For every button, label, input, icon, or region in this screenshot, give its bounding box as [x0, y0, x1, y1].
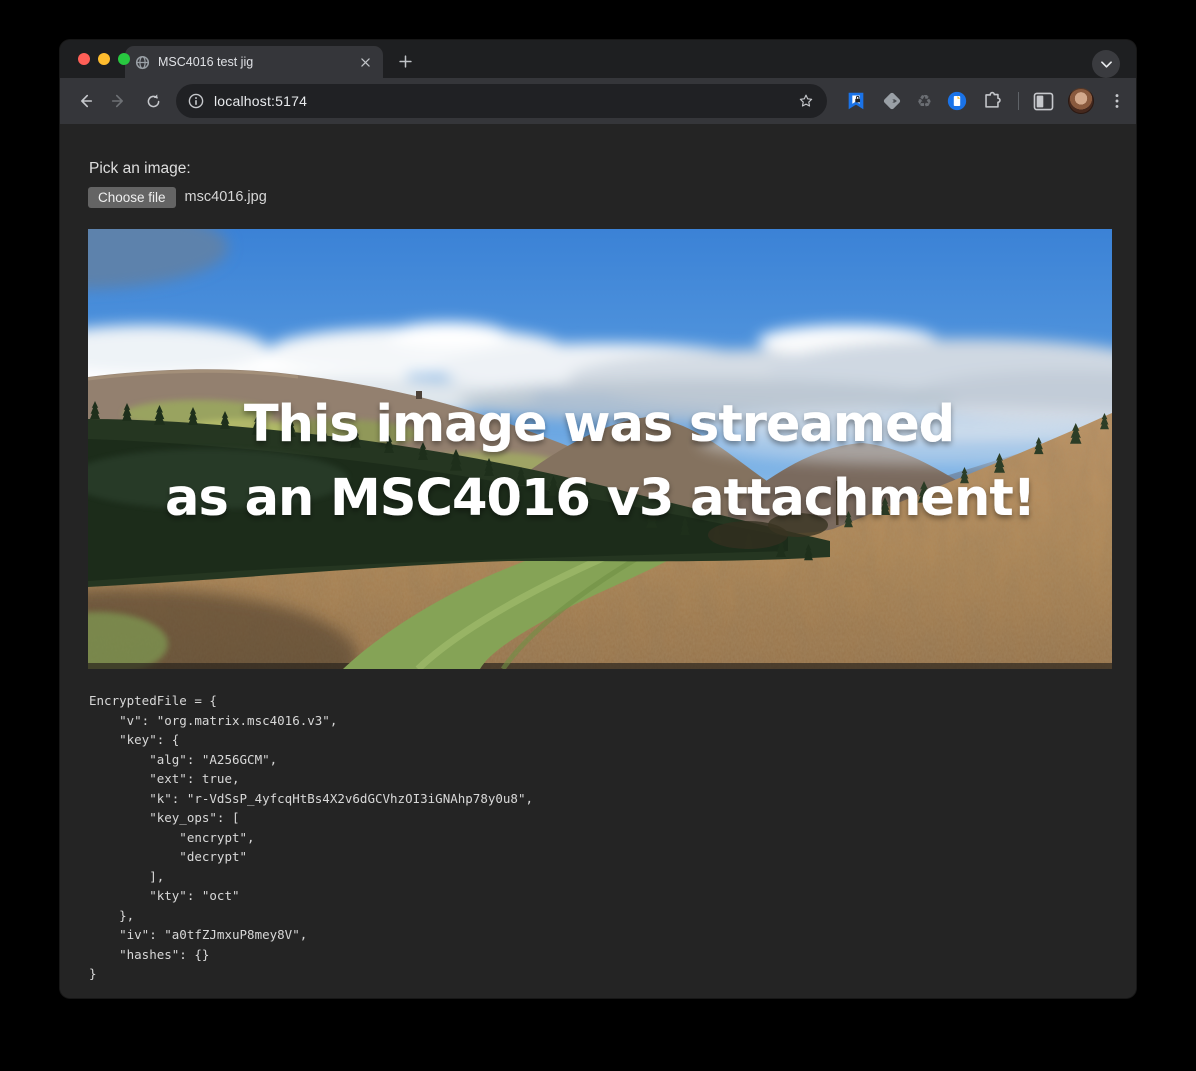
tab-strip: MSC4016 test jig — [60, 40, 1136, 78]
tab-close-icon[interactable] — [357, 54, 373, 70]
browser-window: MSC4016 test jig — [60, 40, 1136, 998]
tab-title: MSC4016 test jig — [158, 55, 349, 69]
streamed-attachment-image: This image was streamed as an MSC4016 v3… — [88, 229, 1112, 669]
pick-image-label: Pick an image: — [89, 160, 1108, 178]
browser-menu-icon[interactable] — [1108, 92, 1126, 110]
caption-line-2: as an MSC4016 v3 attachment! — [165, 469, 1035, 528]
recycle-extension-icon[interactable]: ♻ — [917, 93, 932, 110]
page-content: Pick an image: Choose file msc4016.jpg — [60, 124, 1136, 998]
diamond-arrow-extension-icon[interactable] — [881, 90, 903, 112]
window-controls — [78, 53, 130, 65]
caption-line-1: This image was streamed — [244, 395, 954, 454]
browser-toolbar: localhost:5174 ♻ — [60, 78, 1136, 124]
extensions-area: ♻ — [845, 88, 1126, 114]
profile-avatar[interactable] — [1068, 88, 1094, 114]
reload-button[interactable] — [138, 86, 168, 116]
choose-file-button[interactable]: Choose file — [88, 187, 176, 208]
extensions-puzzle-icon[interactable] — [982, 90, 1004, 112]
tab-search-chevron-button[interactable] — [1092, 50, 1120, 78]
site-info-icon[interactable] — [188, 93, 204, 109]
docs-extension-icon[interactable] — [946, 90, 968, 112]
browser-tab[interactable]: MSC4016 test jig — [125, 46, 383, 78]
close-window-button[interactable] — [78, 53, 90, 65]
encrypted-file-json: EncryptedFile = { "v": "org.matrix.msc40… — [89, 691, 1108, 984]
minimize-window-button[interactable] — [98, 53, 110, 65]
file-input[interactable]: Choose file msc4016.jpg — [88, 186, 1108, 208]
selected-file-name: msc4016.jpg — [185, 189, 267, 205]
forward-button[interactable] — [104, 86, 134, 116]
globe-favicon-icon — [135, 55, 150, 70]
address-bar[interactable]: localhost:5174 — [176, 84, 827, 118]
toolbar-divider — [1018, 92, 1019, 110]
zoom-window-button[interactable] — [118, 53, 130, 65]
url-text[interactable]: localhost:5174 — [214, 93, 787, 109]
back-button[interactable] — [70, 86, 100, 116]
new-tab-button[interactable] — [391, 47, 419, 75]
side-panel-icon[interactable] — [1033, 92, 1054, 111]
bookmark-star-icon[interactable] — [797, 92, 815, 110]
password-manager-extension-icon[interactable] — [845, 90, 867, 112]
